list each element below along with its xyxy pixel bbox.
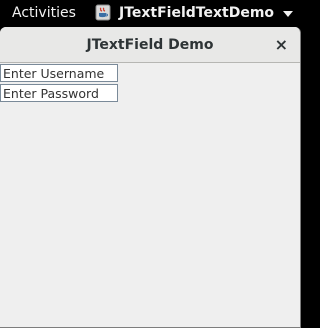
window-titlebar: JTextField Demo ×: [0, 27, 300, 63]
window-title: JTextField Demo: [86, 37, 214, 53]
app-menu[interactable]: JTextFieldTextDemo: [95, 4, 294, 21]
activities-button[interactable]: Activities: [12, 5, 76, 21]
close-icon[interactable]: ×: [275, 35, 288, 54]
chevron-down-icon: [283, 10, 294, 17]
java-icon: [95, 4, 111, 21]
gnome-top-bar: Activities JTextFieldTextDemo: [0, 0, 301, 27]
window-content: [0, 63, 300, 327]
username-field[interactable]: [0, 64, 118, 82]
app-name: JTextFieldTextDemo: [119, 4, 275, 21]
app-window: JTextField Demo ×: [0, 27, 301, 328]
password-field[interactable]: [0, 84, 118, 102]
